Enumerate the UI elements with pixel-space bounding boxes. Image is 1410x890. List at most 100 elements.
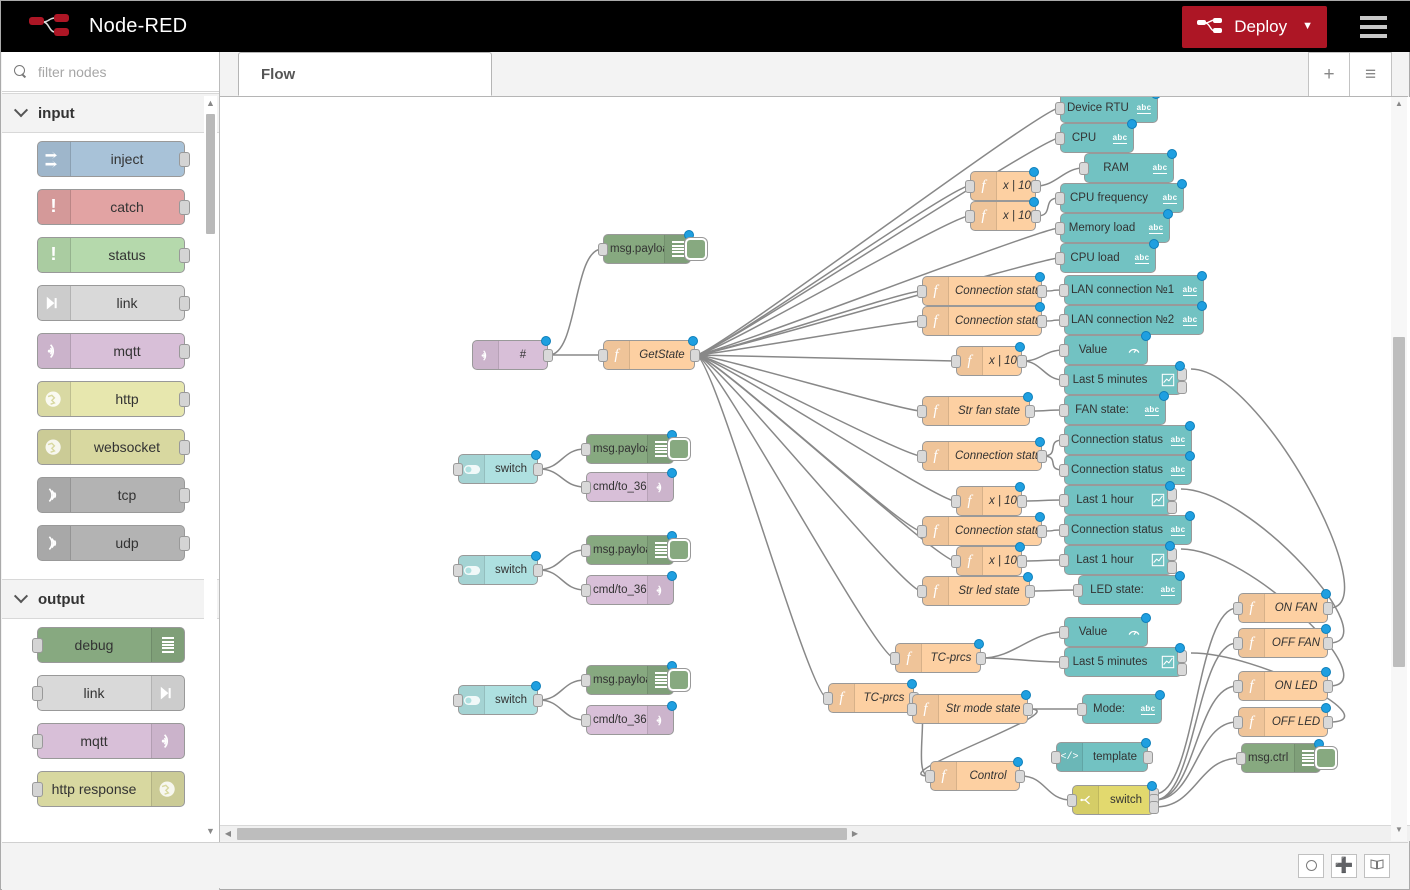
node-input-port[interactable] <box>917 450 927 463</box>
flow-node-ui_cpuload[interactable]: CPU load abc <box>1055 239 1159 273</box>
palette-node-udp[interactable]: udp <box>36 525 190 561</box>
node-input-port[interactable] <box>890 652 900 665</box>
node-input-port[interactable] <box>1059 554 1069 567</box>
canvas-vertical-scrollbar[interactable]: ▲ ▼ <box>1391 97 1407 841</box>
flow-node-mqtt_in[interactable]: # <box>472 336 553 370</box>
node-output-port[interactable] <box>533 463 543 476</box>
node-input-port[interactable] <box>965 210 975 223</box>
node-input-port[interactable] <box>453 564 463 577</box>
node-input-port[interactable] <box>598 243 608 256</box>
palette-node-link[interactable]: link <box>36 285 190 321</box>
flow-node-dbg_ctrl[interactable]: msg.ctrl <box>1236 739 1337 773</box>
node-input-port[interactable] <box>925 770 935 783</box>
scroll-up-icon[interactable]: ▲ <box>1391 99 1407 113</box>
palette-category-output[interactable]: output <box>2 579 219 619</box>
palette-scroll-thumb[interactable] <box>206 114 215 234</box>
flow-node-dbg1[interactable]: msg.payload <box>598 230 707 264</box>
flow-node-mq3[interactable]: cmd/to_3600 <box>581 701 677 735</box>
zoom-reset-button[interactable] <box>1298 853 1324 878</box>
canvas-horizontal-scrollbar[interactable]: ◀ ▶ <box>220 825 1410 841</box>
node-output-port[interactable] <box>1177 381 1187 394</box>
node-input-port[interactable] <box>1059 524 1069 537</box>
node-output-port[interactable] <box>1323 602 1333 615</box>
flow-node-ui_value2[interactable]: Value <box>1059 613 1151 647</box>
node-input-port[interactable] <box>1055 192 1065 205</box>
flow-node-ui_last5b[interactable]: Last 5 minutes <box>1059 643 1187 677</box>
debug-toggle-button[interactable] <box>685 238 707 260</box>
node-input-port[interactable] <box>581 443 591 456</box>
node-output-port[interactable] <box>1323 680 1333 693</box>
palette-search-bar[interactable] <box>2 52 219 92</box>
vertical-scroll-thumb[interactable] <box>1393 337 1405 667</box>
node-input-port[interactable] <box>1055 252 1065 265</box>
navigator-button[interactable] <box>1364 853 1390 878</box>
node-output-port[interactable] <box>1037 285 1047 298</box>
flow-node-f_x100_c[interactable]: fx | 100 <box>951 342 1027 376</box>
node-input-port[interactable] <box>1059 434 1069 447</box>
node-input-port[interactable] <box>1059 284 1069 297</box>
flow-node-f_fan[interactable]: f Str fan state <box>917 392 1035 426</box>
node-output-port[interactable] <box>976 652 986 665</box>
node-output-port[interactable] <box>1017 495 1027 508</box>
node-input-port[interactable] <box>917 405 927 418</box>
flow-node-f_tc2[interactable]: f TC-prcs <box>823 679 919 713</box>
palette-node-status[interactable]: ! status <box>36 237 190 273</box>
node-output-port[interactable] <box>533 694 543 707</box>
flow-node-sw2[interactable]: switch <box>453 551 543 585</box>
palette-node-http-response[interactable]: http response <box>31 771 185 807</box>
node-output-port[interactable] <box>1167 501 1177 514</box>
flow-node-dbg2[interactable]: msg.payload <box>581 430 690 464</box>
palette-scroll-area[interactable]: input inject! catch! status link mqtt http webs… <box>2 93 219 842</box>
node-output-port[interactable] <box>1025 405 1035 418</box>
node-input-port[interactable] <box>917 285 927 298</box>
flow-node-ui_conn_c[interactable]: Connection status abc <box>1059 511 1195 545</box>
node-input-port[interactable] <box>951 355 961 368</box>
flow-node-sw3[interactable]: switch <box>453 681 543 715</box>
node-input-port[interactable] <box>1073 584 1083 597</box>
node-output-port[interactable] <box>1023 703 1033 716</box>
flow-node-getstate[interactable]: f GetState <box>598 336 700 370</box>
node-input-port[interactable] <box>581 481 591 494</box>
node-output-port[interactable] <box>1149 801 1159 814</box>
flow-node-f_offled[interactable]: f OFF LED <box>1233 703 1333 737</box>
scroll-down-icon[interactable]: ▼ <box>1391 825 1407 839</box>
flow-node-ui_lan1[interactable]: LAN connection №1 abc <box>1059 271 1207 305</box>
palette-node-inject[interactable]: inject <box>36 141 190 177</box>
node-input-port[interactable] <box>1233 716 1243 729</box>
flow-node-ui_devrtu[interactable]: Device RTU abc <box>1055 97 1161 123</box>
node-output-port[interactable] <box>1143 751 1153 764</box>
node-input-port[interactable] <box>1051 751 1061 764</box>
flow-node-ui_conn_a[interactable]: Connection status abc <box>1059 421 1195 455</box>
node-output-port[interactable] <box>543 349 553 362</box>
node-input-port[interactable] <box>1233 680 1243 693</box>
node-input-port[interactable] <box>823 692 833 705</box>
node-input-port[interactable] <box>1059 404 1069 417</box>
scroll-left-icon[interactable]: ◀ <box>220 829 236 838</box>
flow-node-f_x100_a[interactable]: fx | 100 <box>965 167 1041 201</box>
deploy-button[interactable]: Deploy ▼ <box>1182 5 1327 48</box>
horizontal-scroll-thumb[interactable] <box>237 827 847 840</box>
node-input-port[interactable] <box>951 495 961 508</box>
flow-node-f_conn1[interactable]: f Connection status <box>917 272 1047 306</box>
flow-node-ui_conn_b[interactable]: Connection status abc <box>1059 451 1195 485</box>
node-output-port[interactable] <box>1031 210 1041 223</box>
node-input-port[interactable] <box>1059 314 1069 327</box>
debug-toggle-button[interactable] <box>668 539 690 561</box>
node-input-port[interactable] <box>1079 162 1089 175</box>
palette-node-catch[interactable]: ! catch <box>36 189 190 225</box>
node-input-port[interactable] <box>1059 464 1069 477</box>
flow-node-f_onfan[interactable]: f ON FAN <box>1233 589 1333 623</box>
palette-node-link[interactable]: link <box>31 675 185 711</box>
flow-node-f_mode[interactable]: f Str mode state <box>907 690 1033 724</box>
scroll-down-icon[interactable]: ▼ <box>204 824 217 838</box>
node-input-port[interactable] <box>1059 494 1069 507</box>
node-input-port[interactable] <box>1059 626 1069 639</box>
palette-scrollbar[interactable]: ▲ ▼ <box>204 96 217 838</box>
node-output-port[interactable] <box>1031 180 1041 193</box>
node-input-port[interactable] <box>965 180 975 193</box>
palette-node-http[interactable]: http <box>36 381 190 417</box>
zoom-in-button[interactable]: ➕ <box>1331 853 1357 878</box>
node-input-port[interactable] <box>1077 703 1087 716</box>
flow-node-f_led[interactable]: f Str led state <box>917 572 1035 606</box>
node-input-port[interactable] <box>1059 344 1069 357</box>
